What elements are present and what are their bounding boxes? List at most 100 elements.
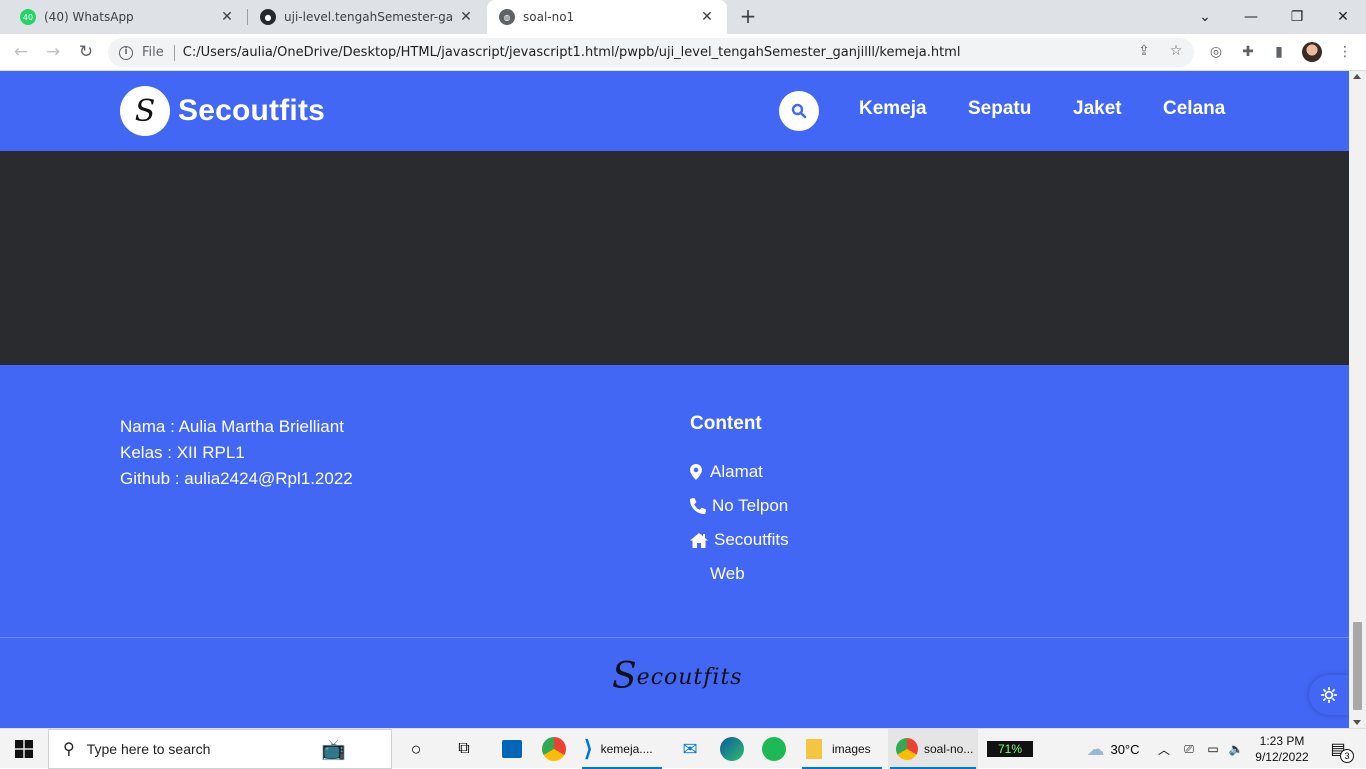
content-link-telpon[interactable]: No Telpon [690,496,788,516]
page-viewport: S Secoutfits Kemeja Sepatu Jaket Celana … [0,71,1349,728]
logo-mark: S [120,86,170,136]
scrollbar-thumb[interactable] [1353,622,1362,710]
nav-kemeja[interactable]: Kemeja [859,98,927,120]
scroll-up-arrow-icon[interactable] [1353,74,1361,79]
spotify-icon[interactable] [758,729,790,769]
url-text[interactable]: C:/Users/aulia/OneDrive/Desktop/HTML/jav… [183,45,961,60]
news-tv-icon: 📺 [321,738,346,761]
battery-widget[interactable]: 71% [986,729,1034,769]
back-arrow-icon[interactable]: ← [9,40,33,64]
close-tab-icon[interactable]: ✕ [454,9,478,25]
page-scrollbar[interactable] [1349,71,1366,728]
theme-toggle-button[interactable] [1309,675,1349,715]
content-link-secoutfits[interactable]: Secoutfits [690,530,789,550]
content-label: Web [710,564,745,583]
device-icon[interactable]: ⎚ [1180,729,1198,769]
nav-sepatu[interactable]: Sepatu [968,98,1031,120]
content-link-alamat[interactable]: Alamat [690,462,763,482]
divider [173,44,175,61]
battery-icon[interactable]: ▭ [1202,729,1224,769]
clock-time: 1:23 PM [1259,734,1305,748]
clock-date: 9/12/2022 [1255,750,1309,764]
chrome-icon[interactable] [538,729,570,769]
tab-title: soal-no1 [523,10,575,24]
weather-widget[interactable]: ☁ 30°C [1078,729,1148,769]
forward-arrow-icon[interactable]: → [41,40,65,64]
tab-search-icon[interactable]: ⌄ [1182,0,1228,34]
info-nama: Nama : Aulia Martha Brielliant [120,417,344,436]
volume-icon[interactable]: 🔈 [1226,729,1246,769]
close-tab-icon[interactable]: ✕ [215,9,239,25]
nav-celana[interactable]: Celana [1163,98,1225,120]
battery-percent: 71% [987,741,1033,757]
vscode-icon: ⟩ [584,736,593,761]
tab-title: (40) WhatsApp [44,10,134,24]
taskbar-app-vscode[interactable]: ⟩ kemeja.... [580,729,664,769]
search-icon: ⚲ [63,741,75,758]
search-icon [791,103,807,119]
nav-jaket[interactable]: Jaket [1073,98,1122,120]
taskbar-app-explorer[interactable]: images [800,729,884,769]
content-label: No Telpon [712,496,789,515]
tab-title: uji-level.tengahSemester-ganjil/u [284,10,454,24]
scheme-label: File [142,45,164,60]
scroll-down-arrow-icon[interactable] [1353,720,1361,725]
start-button[interactable] [0,729,48,769]
puzzle-extensions-icon[interactable]: ✚ [1236,40,1260,64]
browser-tab-bar: 40 (40) WhatsApp ✕ ● uji-level.tengahSem… [0,0,1366,34]
menu-kebab-icon[interactable]: ⋮ [1333,40,1357,64]
close-window-button[interactable]: ✕ [1320,0,1366,34]
phone-icon [690,498,710,514]
side-panel-icon[interactable]: ▮ [1267,40,1291,64]
task-view-icon[interactable]: ⧉ [448,729,480,769]
notification-center[interactable]: ▤ 3 [1320,729,1356,769]
mail-icon[interactable]: ✉ [674,729,706,769]
app-label: images [832,742,871,756]
app-label: soal-no... [924,742,974,756]
microsoft-store-icon[interactable] [496,729,528,769]
github-icon: ● [260,9,276,25]
windows-logo-icon [15,740,33,758]
home-icon [690,532,712,548]
footer-divider [0,637,1349,638]
tab-github[interactable]: ● uji-level.tengahSemester-ganjil/u ✕ [248,0,486,34]
reload-icon[interactable]: ↻ [74,40,98,64]
new-tab-button[interactable]: + [737,5,759,27]
tab-whatsapp[interactable]: 40 (40) WhatsApp ✕ [0,0,247,34]
taskbar-search[interactable]: ⚲ Type here to search 📺 [48,729,392,769]
windows-taskbar: ⚲ Type here to search 📺 ○ ⧉ ⟩ kemeja....… [0,728,1366,769]
cortana-icon[interactable]: ○ [400,729,432,769]
whatsapp-icon: 40 [20,9,36,25]
chevron-up-icon[interactable]: ︿ [1154,729,1174,769]
cloud-icon: ☁ [1086,738,1105,759]
content-label: Secoutfits [714,530,789,549]
close-tab-icon[interactable]: ✕ [695,9,719,25]
content-link-web[interactable]: Web [710,564,745,584]
restore-button[interactable]: ❐ [1274,0,1320,34]
clock[interactable]: 1:23 PM 9/12/2022 [1250,729,1314,769]
search-placeholder: Type here to search [86,741,211,757]
share-icon[interactable]: ⇪ [1133,40,1155,62]
browser-toolbar: ← → ↻ i File C:/Users/aulia/OneDrive/Des… [0,34,1366,71]
taskbar-app-chrome[interactable]: soal-no... [888,729,978,769]
footer-signature-logo: S ecoutfits [612,656,743,697]
content-heading: Content [690,413,762,434]
extension-circle-icon[interactable]: ◎ [1204,40,1228,64]
minimize-button[interactable]: — [1228,0,1274,34]
site-footer: Nama : Aulia Martha Brielliant Kelas : X… [0,365,1349,728]
bookmark-star-icon[interactable]: ☆ [1165,40,1187,62]
tab-soal-no1[interactable]: ◍ soal-no1 ✕ [487,0,727,34]
info-github: Github : aulia2424@Rpl1.2022 [120,469,353,488]
content-label: Alamat [710,462,763,481]
edge-icon[interactable] [716,729,748,769]
site-logo[interactable]: S Secoutfits [120,86,325,136]
weather-temp: 30°C [1110,741,1140,757]
folder-icon [806,739,822,759]
info-icon[interactable]: i [119,45,133,60]
dark-section [0,151,1349,365]
address-bar[interactable]: i File C:/Users/aulia/OneDrive/Desktop/H… [108,38,1194,67]
profile-avatar[interactable] [1300,40,1324,64]
sun-icon [1321,687,1337,703]
search-button[interactable] [779,91,819,131]
chrome-icon [896,738,918,760]
